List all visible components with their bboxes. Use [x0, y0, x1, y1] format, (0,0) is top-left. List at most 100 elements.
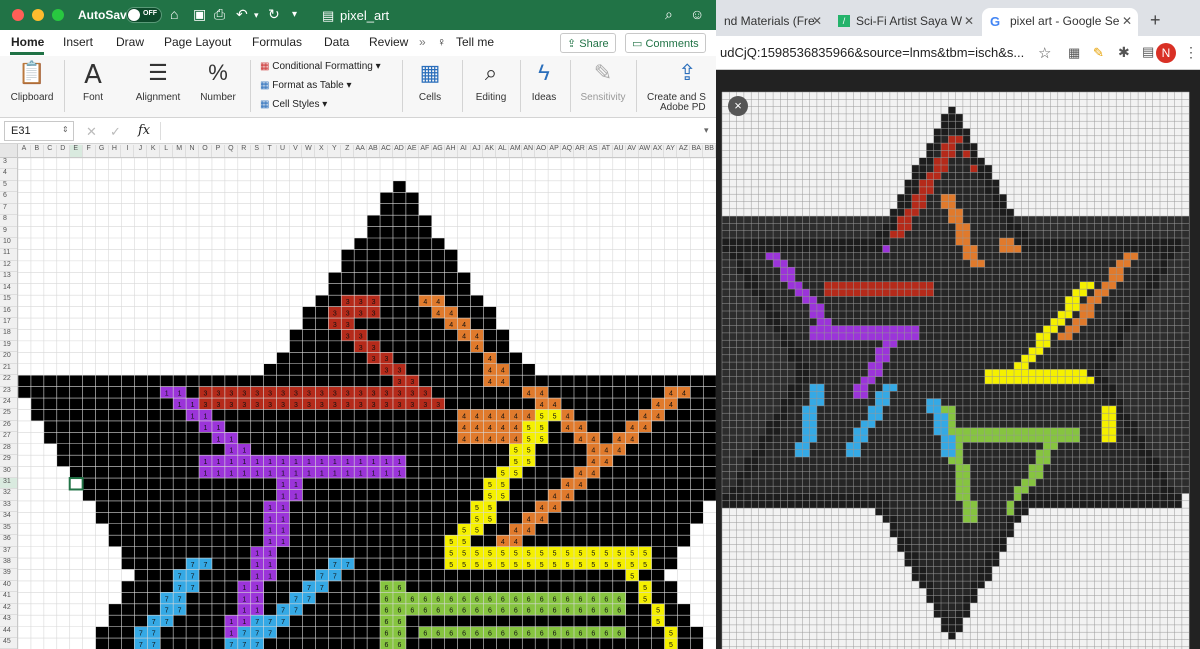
cell[interactable]: [444, 512, 458, 524]
cell[interactable]: [573, 375, 587, 387]
cell[interactable]: [651, 512, 665, 524]
cell[interactable]: [186, 489, 200, 501]
cell[interactable]: [341, 249, 355, 261]
cell[interactable]: [561, 615, 574, 627]
cell[interactable]: [405, 249, 419, 261]
cell[interactable]: [561, 580, 574, 593]
cell[interactable]: [405, 455, 419, 467]
cell[interactable]: [56, 455, 70, 467]
cell[interactable]: [211, 512, 225, 524]
cell[interactable]: [302, 340, 316, 353]
cell[interactable]: [224, 512, 238, 524]
cell[interactable]: [121, 420, 135, 433]
cell[interactable]: [522, 489, 536, 501]
cell[interactable]: [483, 615, 497, 627]
cell[interactable]: [82, 489, 96, 501]
cell-styles-button[interactable]: ▦ Cell Styles ▾: [260, 99, 327, 110]
cell[interactable]: [186, 523, 200, 536]
cell[interactable]: [392, 432, 406, 444]
cell[interactable]: [431, 238, 445, 250]
cell[interactable]: [121, 466, 135, 479]
cell[interactable]: [548, 569, 562, 581]
cell[interactable]: [18, 375, 31, 387]
cell[interactable]: [315, 638, 329, 649]
cell[interactable]: [599, 523, 613, 536]
cell[interactable]: [405, 363, 419, 376]
cell[interactable]: [651, 443, 665, 456]
cell[interactable]: [612, 580, 626, 593]
column-header[interactable]: AZ: [677, 145, 691, 157]
cell[interactable]: [690, 478, 704, 490]
alignment-group[interactable]: ☰ Alignment: [130, 56, 186, 116]
cell[interactable]: [367, 409, 381, 421]
cell[interactable]: [108, 409, 122, 421]
column-header[interactable]: X: [315, 145, 329, 157]
cell[interactable]: [586, 615, 600, 627]
cell[interactable]: [573, 443, 587, 456]
cell[interactable]: [237, 535, 251, 547]
clipboard-group[interactable]: 📋 Clipboard: [4, 56, 60, 116]
cell[interactable]: [625, 523, 639, 536]
cell[interactable]: [418, 352, 432, 364]
cell[interactable]: [211, 478, 225, 490]
cell[interactable]: [367, 249, 381, 261]
cell[interactable]: [134, 420, 148, 433]
cell[interactable]: [690, 466, 704, 479]
cell[interactable]: [121, 409, 135, 421]
cell[interactable]: [211, 615, 225, 627]
column-header[interactable]: AD: [393, 145, 406, 157]
cell[interactable]: [328, 443, 342, 456]
cell[interactable]: [690, 386, 704, 399]
cell[interactable]: [418, 512, 432, 524]
cell[interactable]: [677, 478, 691, 490]
cell[interactable]: [328, 523, 342, 536]
cell[interactable]: [392, 272, 406, 284]
cell[interactable]: [625, 512, 639, 524]
cell[interactable]: [289, 443, 303, 456]
cell[interactable]: [444, 272, 458, 284]
cell[interactable]: [405, 409, 419, 421]
cell[interactable]: [496, 500, 510, 513]
cell[interactable]: [625, 478, 639, 490]
cell[interactable]: [43, 409, 57, 421]
cell[interactable]: [95, 500, 109, 513]
cell[interactable]: [496, 398, 510, 410]
column-header[interactable]: AQ: [561, 145, 574, 157]
row-header[interactable]: 38: [0, 558, 17, 570]
cell[interactable]: [444, 363, 458, 376]
column-header[interactable]: AA: [354, 145, 368, 157]
cell[interactable]: [405, 523, 419, 536]
cell[interactable]: [638, 626, 652, 639]
cell[interactable]: [612, 500, 626, 513]
cell[interactable]: [341, 420, 355, 433]
cell[interactable]: [341, 592, 355, 604]
cell[interactable]: [561, 466, 574, 479]
cell[interactable]: [509, 352, 523, 364]
cell[interactable]: [224, 523, 238, 536]
cell[interactable]: [302, 603, 316, 616]
cell[interactable]: [535, 489, 549, 501]
column-header[interactable]: U: [277, 145, 290, 157]
cell[interactable]: [405, 546, 419, 559]
cell[interactable]: [483, 398, 497, 410]
cell[interactable]: [108, 638, 122, 649]
cell[interactable]: [431, 409, 445, 421]
cell[interactable]: [289, 535, 303, 547]
cell[interactable]: [548, 512, 562, 524]
cell[interactable]: [82, 409, 96, 421]
cell[interactable]: [341, 352, 355, 364]
cell[interactable]: [651, 432, 665, 444]
cell[interactable]: [121, 398, 135, 410]
cell[interactable]: [457, 340, 471, 353]
cell[interactable]: [470, 638, 484, 649]
column-header[interactable]: AI: [458, 145, 471, 157]
cell[interactable]: [134, 489, 148, 501]
cell[interactable]: [367, 363, 381, 376]
cell[interactable]: [444, 523, 458, 536]
cell[interactable]: [535, 535, 549, 547]
cell[interactable]: [354, 546, 368, 559]
cell[interactable]: [121, 558, 135, 570]
insert-function-button[interactable]: fx: [138, 123, 150, 138]
cell[interactable]: [302, 638, 316, 649]
cell[interactable]: [82, 478, 96, 490]
